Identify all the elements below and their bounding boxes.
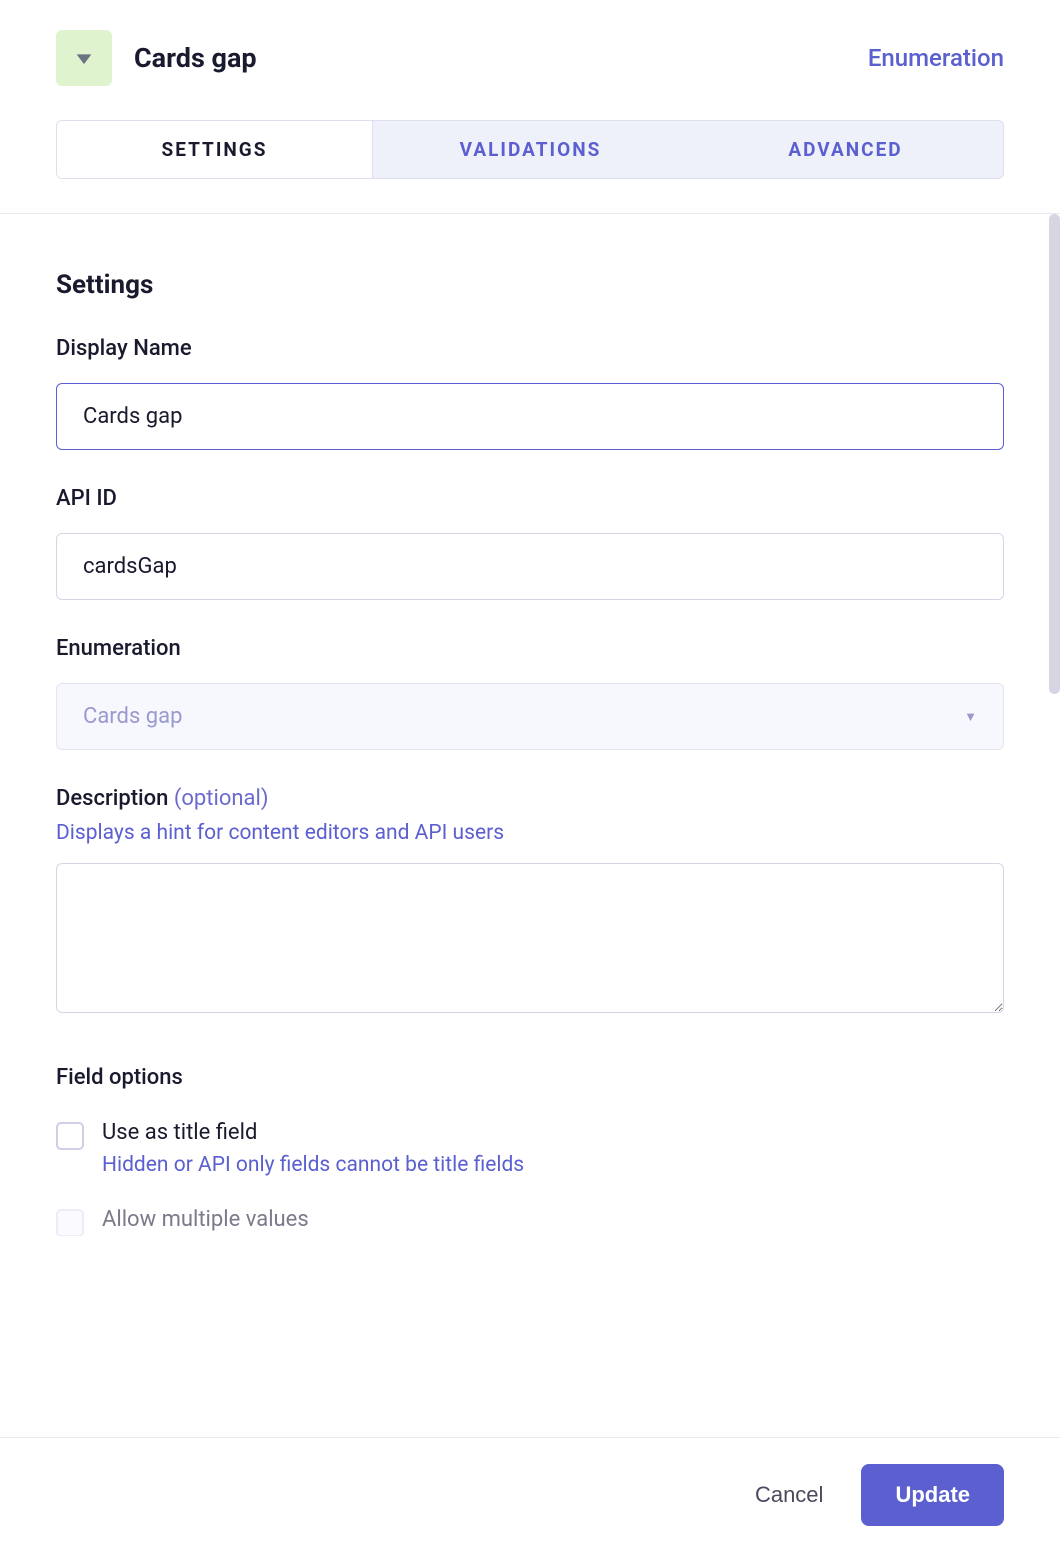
- option-use-as-title: Use as title field Hidden or API only fi…: [56, 1120, 1004, 1177]
- description-hint: Displays a hint for content editors and …: [56, 821, 1004, 845]
- field-title: Cards gap: [134, 42, 257, 74]
- enumeration-select[interactable]: Cards gap ▼: [56, 683, 1004, 750]
- api-id-label: API ID: [56, 486, 1004, 511]
- tab-validations[interactable]: VALIDATIONS: [373, 121, 688, 178]
- enumeration-group: Enumeration Cards gap ▼: [56, 636, 1004, 750]
- tab-settings[interactable]: SETTINGS: [57, 121, 373, 178]
- header-left: Cards gap: [56, 30, 257, 86]
- api-id-group: API ID: [56, 486, 1004, 600]
- description-group: Description (optional) Displays a hint f…: [56, 786, 1004, 1017]
- option-label: Use as title field: [102, 1120, 524, 1145]
- enumeration-label: Enumeration: [56, 636, 1004, 661]
- settings-scroll-region: Settings Display Name API ID Enumeration…: [0, 214, 1060, 1236]
- modal-header: Cards gap Enumeration SETTINGS VALIDATIO…: [0, 0, 1060, 179]
- display-name-label: Display Name: [56, 336, 1004, 361]
- description-textarea[interactable]: [56, 863, 1004, 1013]
- enumeration-selected-value: Cards gap: [83, 704, 182, 729]
- header-row: Cards gap Enumeration: [56, 30, 1004, 86]
- optional-tag: (optional): [174, 786, 269, 811]
- api-id-input[interactable]: [56, 533, 1004, 600]
- tab-advanced[interactable]: ADVANCED: [688, 121, 1003, 178]
- tab-bar: SETTINGS VALIDATIONS ADVANCED: [56, 120, 1004, 179]
- option-hint: Hidden or API only fields cannot be titl…: [102, 1153, 524, 1177]
- scrollbar-thumb[interactable]: [1049, 214, 1060, 694]
- modal-footer: Cancel Update: [0, 1437, 1060, 1552]
- display-name-input[interactable]: [56, 383, 1004, 450]
- checkbox-use-as-title[interactable]: [56, 1122, 84, 1150]
- option-allow-multiple: Allow multiple values Stores a list of v…: [56, 1207, 1004, 1236]
- cancel-button[interactable]: Cancel: [755, 1482, 823, 1508]
- option-label: Allow multiple values: [102, 1207, 532, 1232]
- update-button[interactable]: Update: [861, 1464, 1004, 1526]
- chevron-down-icon: ▼: [964, 709, 977, 725]
- description-label: Description (optional): [56, 786, 1004, 811]
- checkbox-allow-multiple[interactable]: [56, 1209, 84, 1236]
- section-title: Settings: [56, 270, 1004, 300]
- field-type-label: Enumeration: [868, 44, 1004, 72]
- enum-dropdown-icon: [56, 30, 112, 86]
- display-name-group: Display Name: [56, 336, 1004, 450]
- field-options-title: Field options: [56, 1065, 1004, 1090]
